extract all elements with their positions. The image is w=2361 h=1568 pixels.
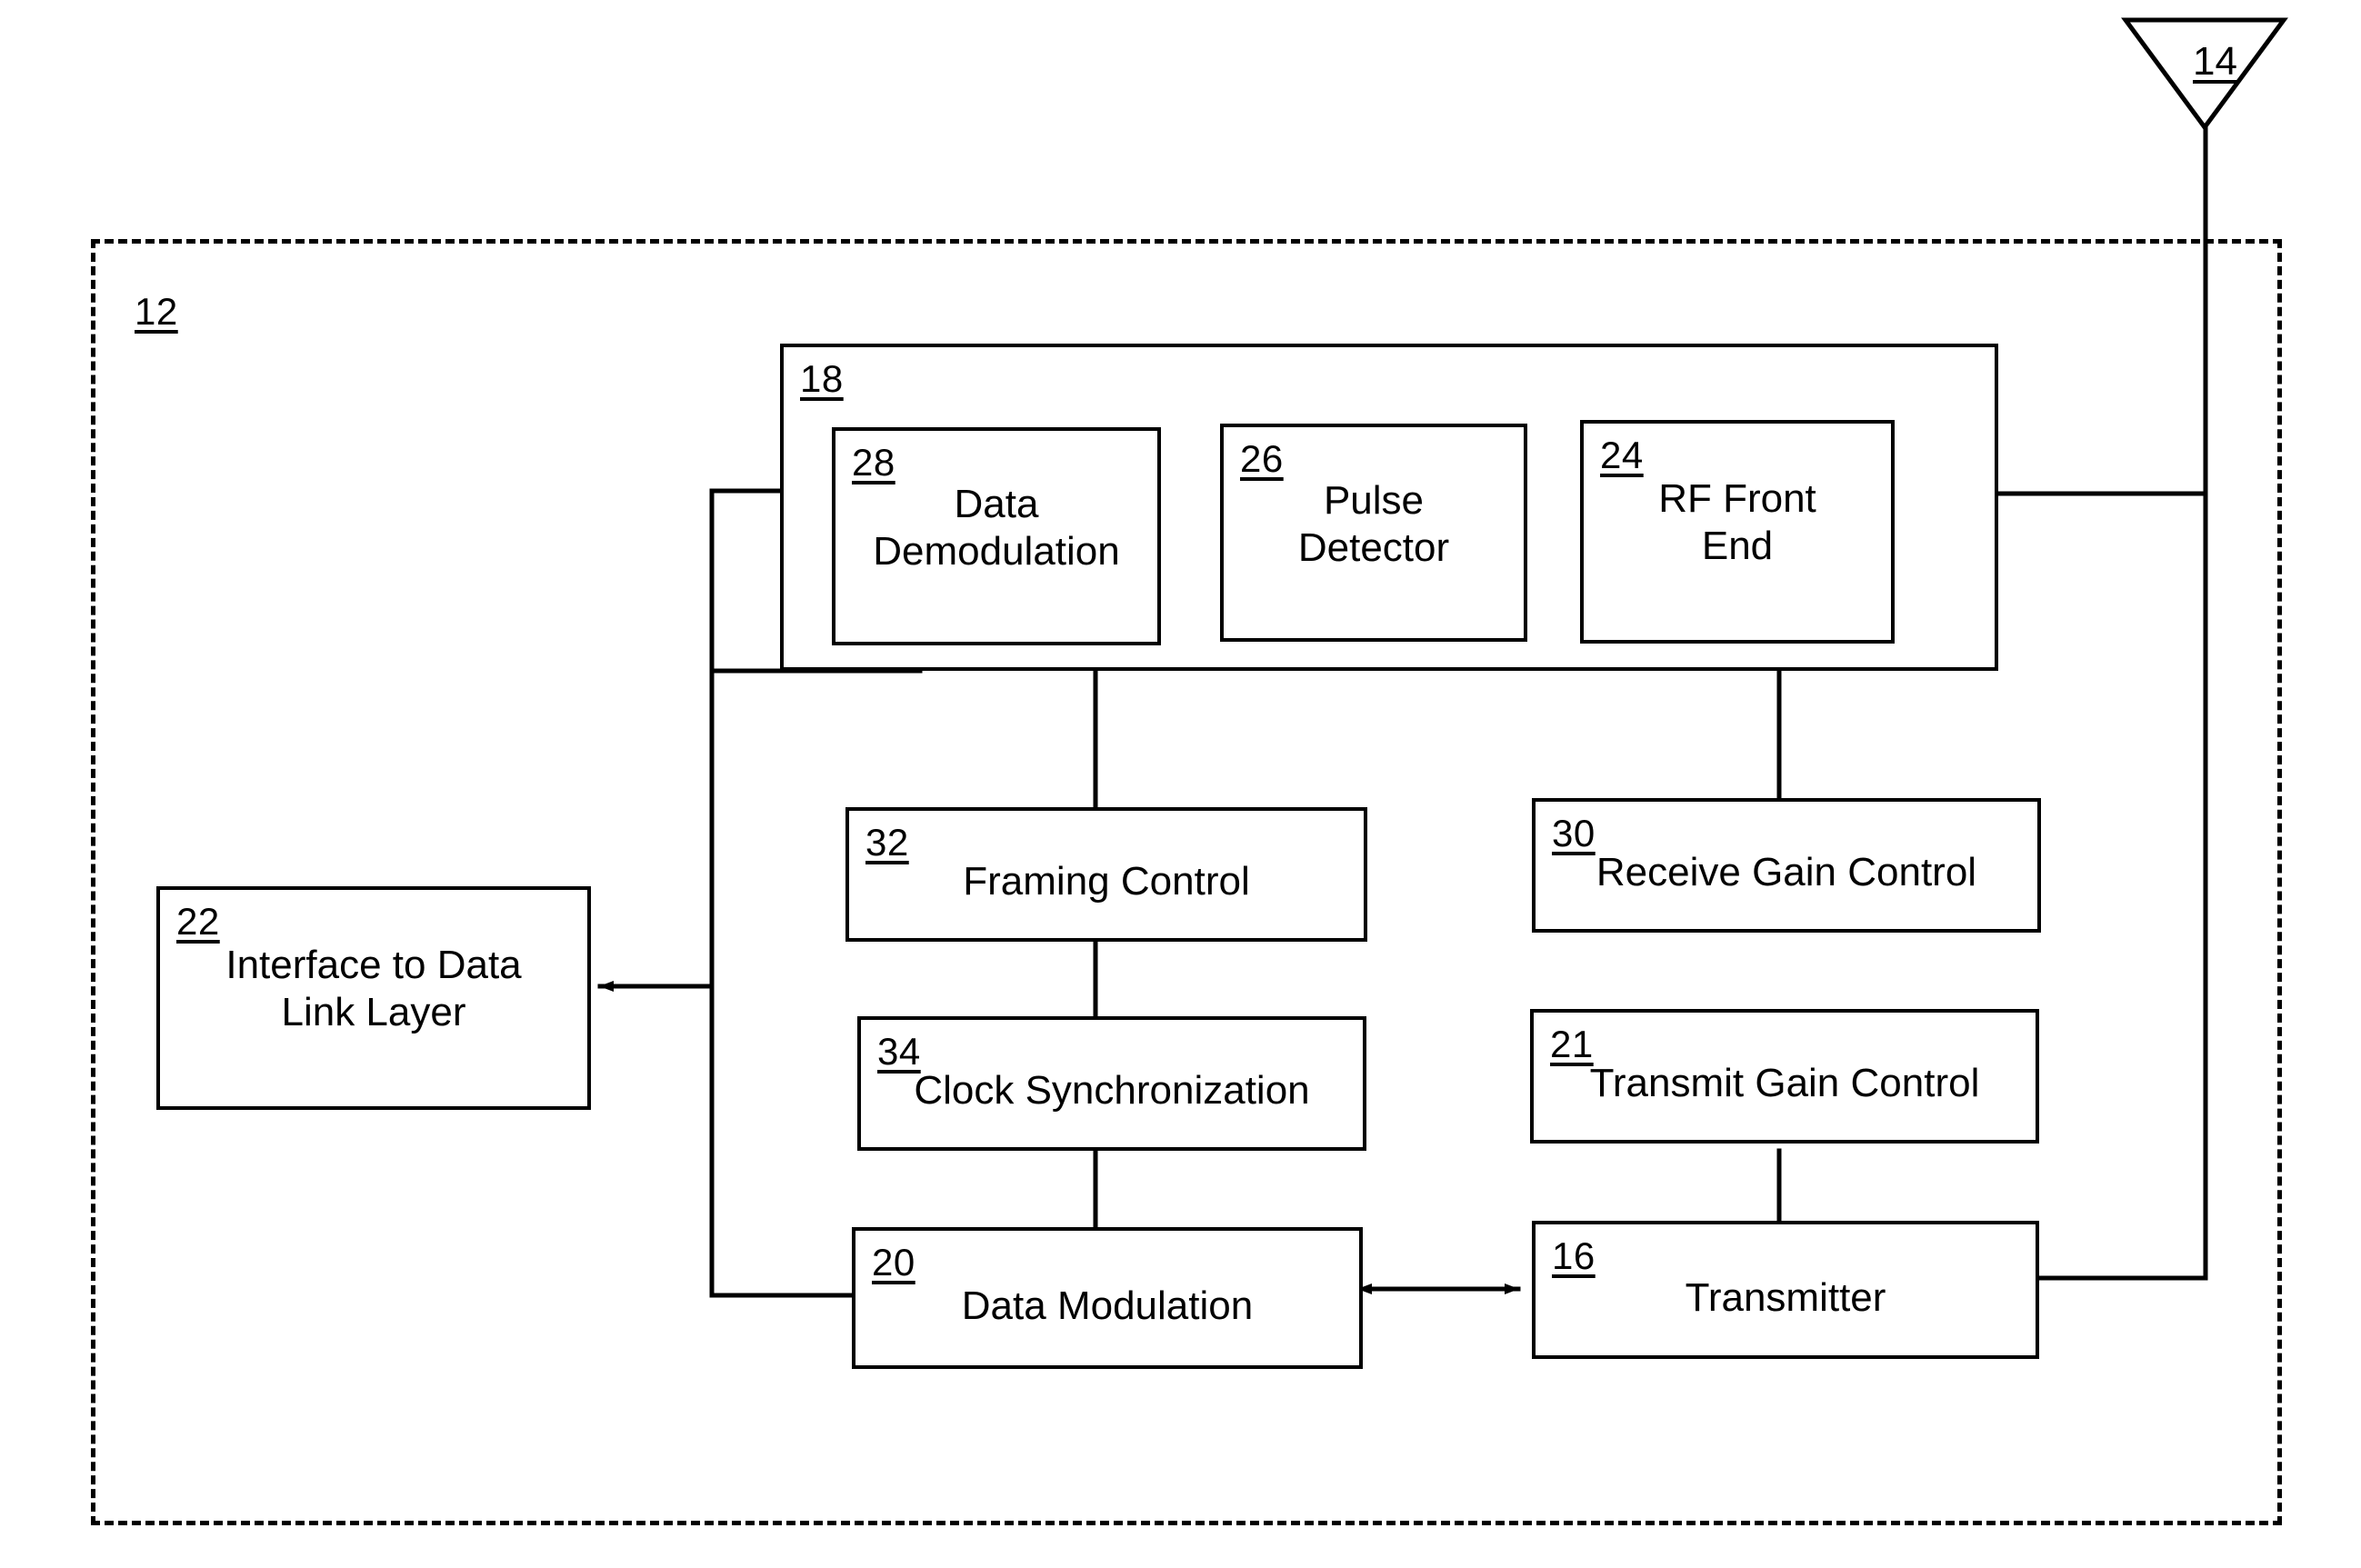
block-ref-21: 21 [1550, 1023, 1594, 1065]
block-label-rf-front-end: RF Front End [1658, 476, 1816, 569]
block-label-interface-to-data-link-layer: Interface to Data Link Layer [225, 943, 522, 1035]
block-transmitter[interactable]: 16 Transmitter [1532, 1221, 2039, 1359]
block-label-receive-gain-control: Receive Gain Control [1596, 850, 1977, 895]
block-label-data-demodulation: Data Demodulation [873, 481, 1120, 574]
block-label-transmit-gain-control: Transmit Gain Control [1589, 1061, 1980, 1106]
block-ref-22: 22 [176, 900, 220, 943]
enclosure-ref-label: 12 [135, 290, 178, 333]
block-label-pulse-detector: Pulse Detector [1297, 477, 1450, 570]
block-receive-gain-control[interactable]: 30 Receive Gain Control [1532, 798, 2041, 933]
block-label-framing-control: Framing Control [963, 859, 1250, 904]
block-transmit-gain-control[interactable]: 21 Transmit Gain Control [1530, 1009, 2039, 1144]
block-data-demodulation[interactable]: 28 Data Demodulation [832, 427, 1161, 645]
block-ref-16: 16 [1552, 1234, 1596, 1277]
block-interface-to-data-link-layer[interactable]: 22 Interface to Data Link Layer [156, 886, 591, 1110]
antenna-ref-label: 14 [2193, 39, 2237, 84]
figure-canvas: 14 12 18 28 Data Demodulation 26 Pulse D… [0, 0, 2361, 1568]
block-ref-32: 32 [865, 821, 909, 864]
block-label-transmitter: Transmitter [1685, 1274, 1886, 1320]
block-ref-34: 34 [877, 1030, 921, 1073]
block-framing-control[interactable]: 32 Framing Control [845, 807, 1367, 942]
block-ref-24: 24 [1600, 434, 1644, 476]
receiver-ref-label: 18 [800, 357, 844, 400]
block-data-modulation[interactable]: 20 Data Modulation [852, 1227, 1363, 1369]
block-ref-30: 30 [1552, 812, 1596, 854]
block-rf-front-end[interactable]: 24 RF Front End [1580, 420, 1895, 644]
block-ref-26: 26 [1240, 437, 1284, 480]
block-label-data-modulation: Data Modulation [961, 1283, 1254, 1328]
block-clock-synchronization[interactable]: 34 Clock Synchronization [857, 1016, 1366, 1151]
block-ref-20: 20 [872, 1241, 915, 1283]
block-label-clock-synchronization: Clock Synchronization [914, 1068, 1310, 1114]
block-ref-28: 28 [852, 441, 895, 484]
block-pulse-detector[interactable]: 26 Pulse Detector [1220, 424, 1527, 642]
